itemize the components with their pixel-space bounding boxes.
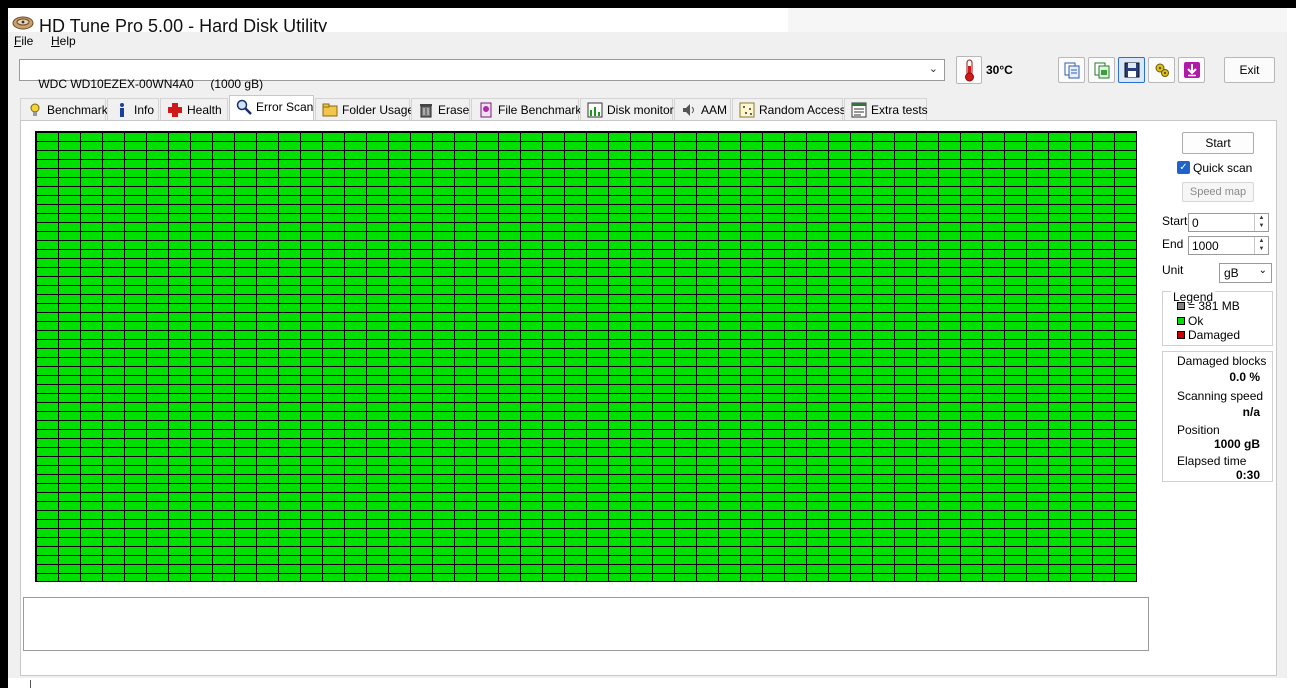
bottom-divider	[30, 680, 31, 688]
tab-disk-monitor[interactable]: Disk monitor	[580, 98, 674, 120]
legend-item-unit: = 381 MB	[1177, 299, 1240, 313]
scanning-speed-label: Scanning speed	[1177, 389, 1264, 403]
screen-edge-top	[0, 0, 1296, 8]
save-icon	[1124, 62, 1140, 78]
drive-select-value: WDC WD10EZEX-00WN4A0 (1000 gB)	[38, 77, 264, 91]
disk-monitor-icon	[587, 102, 603, 118]
download-icon	[1184, 62, 1200, 78]
tab-random-access[interactable]: Random Access	[732, 98, 846, 120]
info-icon	[120, 103, 124, 117]
hdtune-app-icon	[12, 16, 34, 30]
chevron-down-icon: ⌄	[1258, 265, 1267, 276]
scan-log-box[interactable]	[23, 597, 1149, 651]
menu-help[interactable]: Help	[51, 34, 76, 48]
scan-controls: Start ✓ Quick scan Speed map Start 0 ▲ ▼ …	[1161, 121, 1277, 482]
position-value: 1000 gB	[1213, 437, 1260, 451]
screen-edge-left	[0, 0, 8, 688]
unit-label: Unit	[1162, 263, 1184, 277]
window-bottom-edge	[8, 678, 1287, 688]
copy-info-button[interactable]	[1058, 57, 1085, 83]
health-icon	[168, 103, 182, 117]
copy-screenshot-icon	[1094, 62, 1110, 79]
error-scan-icon	[236, 99, 252, 115]
title-bar[interactable]: HD Tune Pro 5.00 - Hard Disk Utility	[8, 8, 1287, 36]
elapsed-time-value: 0:30	[1235, 468, 1260, 482]
legend-swatch-unit	[1177, 302, 1185, 310]
folder-icon	[322, 103, 338, 117]
random-access-icon	[739, 102, 755, 118]
save-button[interactable]	[1118, 57, 1145, 83]
elapsed-time-label: Elapsed time	[1177, 454, 1247, 468]
options-button[interactable]	[1148, 57, 1175, 83]
start-position-input[interactable]: 0 ▲ ▼	[1188, 213, 1269, 232]
end-spin-arrows[interactable]: ▲ ▼	[1254, 237, 1268, 254]
copy-screenshot-button[interactable]	[1088, 57, 1115, 83]
quick-scan-checkbox[interactable]: ✓	[1177, 161, 1190, 174]
menu-file[interactable]: File	[14, 34, 33, 48]
chevron-down-icon: ⌄	[928, 63, 938, 75]
tab-extra-tests[interactable]: Extra tests	[844, 98, 928, 120]
start-field-label: Start	[1162, 214, 1188, 228]
erase-icon	[420, 104, 432, 118]
aam-icon	[683, 104, 694, 116]
tab-aam[interactable]: AAM	[674, 98, 731, 120]
legend-box: Legend = 381 MB Ok Damaged	[1162, 290, 1273, 346]
exit-button[interactable]: Exit	[1224, 57, 1275, 83]
start-spin-arrows[interactable]: ▲ ▼	[1254, 214, 1268, 231]
benchmark-icon	[30, 103, 40, 116]
speed-map-button[interactable]: Speed map	[1182, 182, 1254, 202]
legend-item-ok: Ok	[1177, 314, 1203, 328]
options-icon	[1155, 63, 1169, 77]
download-button[interactable]	[1178, 57, 1205, 83]
error-scan-panel: Start ✓ Quick scan Speed map Start 0 ▲ ▼ …	[20, 120, 1277, 676]
tab-health[interactable]: Health	[160, 98, 228, 120]
temperature-button[interactable]	[956, 56, 982, 84]
scan-block-map	[35, 131, 1137, 582]
menu-bar: File Help	[8, 32, 1287, 50]
scan-stats-box: Damaged blocks 0.0 % Scanning speed n/a …	[1162, 351, 1273, 482]
tab-error-scan[interactable]: Error Scan	[229, 95, 314, 120]
file-benchmark-icon	[480, 102, 492, 118]
background-window-strip	[1287, 8, 1296, 688]
quick-scan-label[interactable]: Quick scan	[1193, 161, 1252, 175]
start-scan-button[interactable]: Start	[1182, 132, 1254, 154]
scanning-speed-value: n/a	[1242, 405, 1260, 419]
tab-folder-usage[interactable]: Folder Usage	[315, 98, 414, 120]
end-field-label: End	[1162, 237, 1184, 251]
tab-benchmark[interactable]: Benchmark	[20, 98, 108, 120]
legend-swatch-ok	[1177, 317, 1185, 325]
unit-select[interactable]: gB ⌄	[1219, 263, 1272, 283]
temperature-value: 30°C	[986, 63, 1013, 77]
tab-file-benchmark[interactable]: File Benchmark	[471, 98, 581, 120]
tab-erase[interactable]: Erase	[411, 98, 470, 120]
thermometer-icon	[965, 59, 974, 82]
copy-info-icon	[1064, 62, 1080, 79]
tab-info[interactable]: Info	[107, 98, 159, 120]
tab-strip: Benchmark Info Health Error Scan Folder …	[20, 95, 1277, 120]
legend-swatch-damaged	[1177, 331, 1185, 339]
toolbar: WDC WD10EZEX-00WN4A0 (1000 gB) ⌄ 30°C Ex…	[8, 50, 1287, 95]
drive-select[interactable]: WDC WD10EZEX-00WN4A0 (1000 gB) ⌄	[19, 59, 945, 91]
end-position-input[interactable]: 1000 ▲ ▼	[1188, 236, 1269, 255]
damaged-blocks-label: Damaged blocks	[1177, 354, 1267, 368]
position-label: Position	[1177, 423, 1220, 437]
legend-item-damaged: Damaged	[1177, 328, 1240, 342]
title-bar-fill	[788, 8, 1287, 32]
extra-tests-icon	[851, 102, 867, 118]
damaged-blocks-value: 0.0 %	[1229, 370, 1260, 384]
